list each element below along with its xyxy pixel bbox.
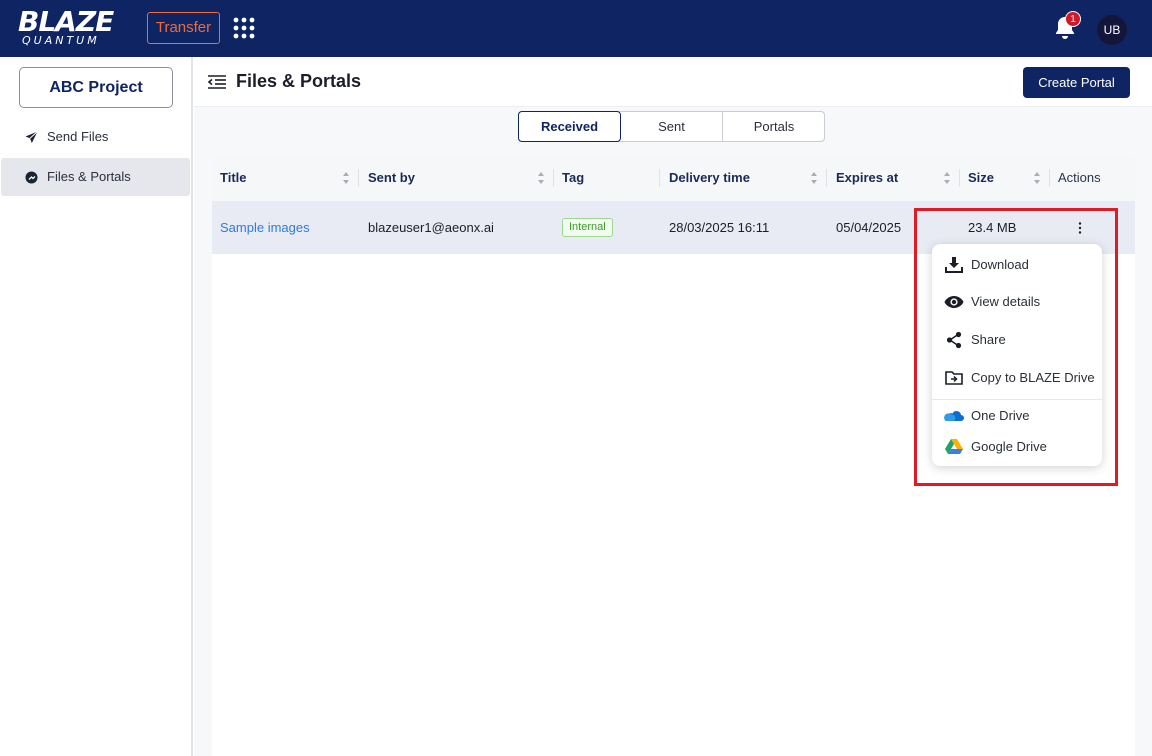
highlight-box (914, 208, 1118, 486)
user-avatar[interactable]: UB (1097, 15, 1127, 45)
logo-sub-text: QUANTUM (22, 34, 100, 47)
column-divider (826, 169, 827, 187)
sort-icon[interactable] (943, 171, 951, 185)
tab-portals[interactable]: Portals (723, 112, 825, 141)
column-header-delivery-time[interactable]: Delivery time (669, 155, 750, 201)
tab-sent[interactable]: Sent (621, 112, 723, 141)
column-divider (553, 169, 554, 187)
portal-icon (25, 171, 38, 184)
file-title-link[interactable]: Sample images (220, 201, 310, 254)
sidebar-item-label: Send Files (47, 129, 109, 144)
column-header-size[interactable]: Size (968, 155, 994, 201)
collapse-menu-icon[interactable] (208, 74, 226, 90)
apps-grid-icon[interactable] (233, 17, 255, 39)
top-bar: BLAZE QUANTUM Transfer 1 UB (0, 0, 1152, 57)
page-title: Files & Portals (236, 71, 362, 91)
column-divider (959, 169, 960, 187)
sort-icon[interactable] (342, 171, 350, 185)
sort-icon[interactable] (537, 171, 545, 185)
sidebar: ABC Project Send Files Files & Portals (0, 57, 193, 756)
main-header: Files & Portals Create Portal (194, 57, 1152, 107)
send-icon (25, 131, 38, 144)
tab-received[interactable]: Received (518, 111, 621, 142)
project-selector-button[interactable]: ABC Project (19, 67, 173, 108)
column-header-title[interactable]: Title (220, 155, 247, 201)
transfer-button[interactable]: Transfer (147, 12, 220, 44)
column-divider (1049, 169, 1050, 187)
column-header-tag: Tag (562, 170, 585, 185)
sidebar-item-send-files[interactable]: Send Files (1, 118, 190, 156)
column-header-expires-at[interactable]: Expires at (836, 155, 898, 201)
column-header-actions: Actions (1058, 170, 1101, 185)
notification-count-badge: 1 (1065, 11, 1081, 27)
sent-by-cell: blazeuser1@aeonx.ai (368, 220, 494, 235)
blaze-quantum-logo[interactable]: BLAZE QUANTUM (18, 7, 130, 49)
column-header-sent-by[interactable]: Sent by (368, 155, 415, 201)
table-header: Title Sent by Tag Delivery time Expires … (212, 155, 1135, 201)
sidebar-item-label: Files & Portals (47, 169, 131, 184)
logo-main-text: BLAZE (18, 5, 114, 38)
create-portal-button[interactable]: Create Portal (1023, 67, 1130, 98)
column-divider (358, 169, 359, 187)
tag-badge: Internal (562, 218, 613, 237)
expires-at-cell: 05/04/2025 (836, 220, 902, 235)
sidebar-item-files-portals[interactable]: Files & Portals (1, 158, 190, 196)
sort-icon[interactable] (1033, 171, 1041, 185)
view-tabs: Received Sent Portals (518, 111, 825, 142)
sort-icon[interactable] (810, 171, 818, 185)
column-divider (659, 169, 660, 187)
delivery-time-cell: 28/03/2025 16:11 (669, 220, 770, 235)
